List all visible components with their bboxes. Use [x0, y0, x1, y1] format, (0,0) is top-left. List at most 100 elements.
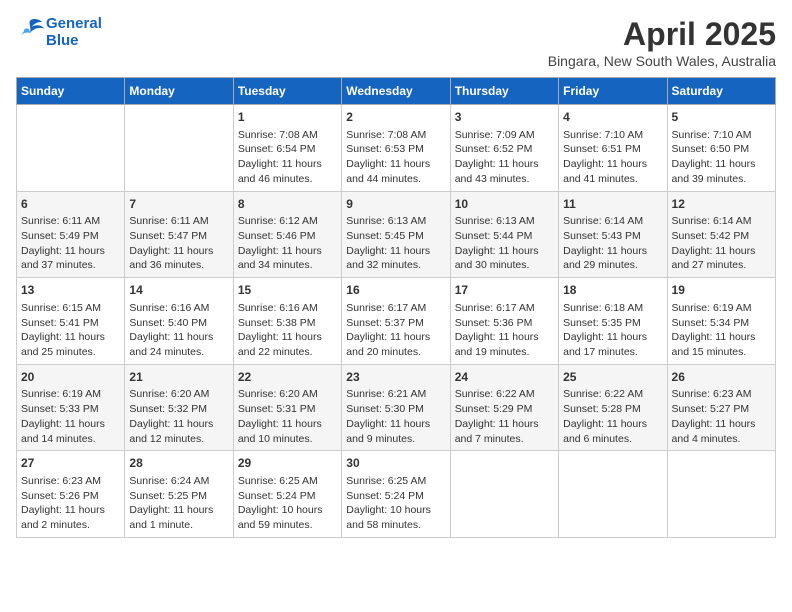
day-number: 15 [238, 282, 337, 299]
calendar-cell: 24Sunrise: 6:22 AMSunset: 5:29 PMDayligh… [450, 364, 558, 451]
daylight-text: Daylight: 11 hours and 41 minutes. [563, 157, 662, 186]
calendar-cell [667, 451, 775, 538]
sunset-text: Sunset: 5:49 PM [21, 229, 120, 244]
day-number: 19 [672, 282, 771, 299]
sunrise-text: Sunrise: 6:25 AM [346, 474, 445, 489]
weekday-header-wednesday: Wednesday [342, 78, 450, 105]
daylight-text: Daylight: 11 hours and 44 minutes. [346, 157, 445, 186]
sunrise-text: Sunrise: 7:10 AM [672, 128, 771, 143]
day-number: 12 [672, 196, 771, 213]
sunset-text: Sunset: 6:52 PM [455, 142, 554, 157]
sunrise-text: Sunrise: 6:18 AM [563, 301, 662, 316]
day-number: 22 [238, 369, 337, 386]
daylight-text: Daylight: 11 hours and 7 minutes. [455, 417, 554, 446]
sunset-text: Sunset: 5:34 PM [672, 316, 771, 331]
daylight-text: Daylight: 11 hours and 36 minutes. [129, 244, 228, 273]
calendar-cell: 27Sunrise: 6:23 AMSunset: 5:26 PMDayligh… [17, 451, 125, 538]
calendar-cell: 10Sunrise: 6:13 AMSunset: 5:44 PMDayligh… [450, 191, 558, 278]
day-number: 2 [346, 109, 445, 126]
day-number: 21 [129, 369, 228, 386]
sunrise-text: Sunrise: 6:11 AM [129, 214, 228, 229]
calendar-week-row: 27Sunrise: 6:23 AMSunset: 5:26 PMDayligh… [17, 451, 776, 538]
sunset-text: Sunset: 5:37 PM [346, 316, 445, 331]
sunrise-text: Sunrise: 7:09 AM [455, 128, 554, 143]
day-number: 7 [129, 196, 228, 213]
daylight-text: Daylight: 11 hours and 2 minutes. [21, 503, 120, 532]
daylight-text: Daylight: 11 hours and 4 minutes. [672, 417, 771, 446]
sunset-text: Sunset: 6:54 PM [238, 142, 337, 157]
calendar-week-row: 13Sunrise: 6:15 AMSunset: 5:41 PMDayligh… [17, 278, 776, 365]
day-number: 24 [455, 369, 554, 386]
sunrise-text: Sunrise: 6:13 AM [455, 214, 554, 229]
day-number: 29 [238, 455, 337, 472]
calendar-cell: 9Sunrise: 6:13 AMSunset: 5:45 PMDaylight… [342, 191, 450, 278]
calendar-cell: 7Sunrise: 6:11 AMSunset: 5:47 PMDaylight… [125, 191, 233, 278]
daylight-text: Daylight: 11 hours and 20 minutes. [346, 330, 445, 359]
sunset-text: Sunset: 5:40 PM [129, 316, 228, 331]
daylight-text: Daylight: 11 hours and 15 minutes. [672, 330, 771, 359]
daylight-text: Daylight: 11 hours and 6 minutes. [563, 417, 662, 446]
calendar-cell: 12Sunrise: 6:14 AMSunset: 5:42 PMDayligh… [667, 191, 775, 278]
sunset-text: Sunset: 5:28 PM [563, 402, 662, 417]
logo-icon [16, 16, 44, 44]
calendar-cell: 20Sunrise: 6:19 AMSunset: 5:33 PMDayligh… [17, 364, 125, 451]
calendar-cell: 17Sunrise: 6:17 AMSunset: 5:36 PMDayligh… [450, 278, 558, 365]
sunrise-text: Sunrise: 6:14 AM [672, 214, 771, 229]
calendar-cell: 21Sunrise: 6:20 AMSunset: 5:32 PMDayligh… [125, 364, 233, 451]
daylight-text: Daylight: 11 hours and 46 minutes. [238, 157, 337, 186]
sunset-text: Sunset: 5:36 PM [455, 316, 554, 331]
day-number: 5 [672, 109, 771, 126]
sunrise-text: Sunrise: 6:24 AM [129, 474, 228, 489]
daylight-text: Daylight: 11 hours and 30 minutes. [455, 244, 554, 273]
sunset-text: Sunset: 5:31 PM [238, 402, 337, 417]
daylight-text: Daylight: 11 hours and 34 minutes. [238, 244, 337, 273]
day-number: 13 [21, 282, 120, 299]
day-number: 17 [455, 282, 554, 299]
calendar-table: SundayMondayTuesdayWednesdayThursdayFrid… [16, 77, 776, 538]
calendar-cell: 5Sunrise: 7:10 AMSunset: 6:50 PMDaylight… [667, 105, 775, 192]
calendar-cell: 22Sunrise: 6:20 AMSunset: 5:31 PMDayligh… [233, 364, 341, 451]
calendar-cell: 30Sunrise: 6:25 AMSunset: 5:24 PMDayligh… [342, 451, 450, 538]
sunset-text: Sunset: 5:38 PM [238, 316, 337, 331]
daylight-text: Daylight: 11 hours and 29 minutes. [563, 244, 662, 273]
sunrise-text: Sunrise: 6:23 AM [21, 474, 120, 489]
day-number: 11 [563, 196, 662, 213]
sunrise-text: Sunrise: 6:15 AM [21, 301, 120, 316]
daylight-text: Daylight: 11 hours and 9 minutes. [346, 417, 445, 446]
sunrise-text: Sunrise: 6:25 AM [238, 474, 337, 489]
sunset-text: Sunset: 6:51 PM [563, 142, 662, 157]
sunrise-text: Sunrise: 7:08 AM [346, 128, 445, 143]
calendar-cell [450, 451, 558, 538]
sunset-text: Sunset: 5:25 PM [129, 489, 228, 504]
sunset-text: Sunset: 5:24 PM [238, 489, 337, 504]
sunrise-text: Sunrise: 7:08 AM [238, 128, 337, 143]
sunrise-text: Sunrise: 6:22 AM [563, 387, 662, 402]
calendar-cell: 2Sunrise: 7:08 AMSunset: 6:53 PMDaylight… [342, 105, 450, 192]
day-number: 4 [563, 109, 662, 126]
calendar-cell: 18 Sunrise: 6:18 AMSunset: 5:35 PMDayligh… [559, 278, 667, 365]
calendar-cell: 25Sunrise: 6:22 AMSunset: 5:28 PMDayligh… [559, 364, 667, 451]
calendar-week-row: 6Sunrise: 6:11 AMSunset: 5:49 PMDaylight… [17, 191, 776, 278]
daylight-text: Daylight: 11 hours and 17 minutes. [563, 330, 662, 359]
daylight-text: Daylight: 11 hours and 14 minutes. [21, 417, 120, 446]
day-number: 10 [455, 196, 554, 213]
sunset-text: Sunset: 5:44 PM [455, 229, 554, 244]
day-number: 18 [563, 282, 662, 299]
sunset-text: Sunset: 5:35 PM [563, 316, 662, 331]
sunrise-text: Sunrise: 6:23 AM [672, 387, 771, 402]
daylight-text: Daylight: 11 hours and 1 minute. [129, 503, 228, 532]
sunset-text: Sunset: 5:30 PM [346, 402, 445, 417]
sunset-text: Sunset: 5:33 PM [21, 402, 120, 417]
sunset-text: Sunset: 5:32 PM [129, 402, 228, 417]
calendar-cell: 16Sunrise: 6:17 AMSunset: 5:37 PMDayligh… [342, 278, 450, 365]
daylight-text: Daylight: 10 hours and 58 minutes. [346, 503, 445, 532]
daylight-text: Daylight: 11 hours and 19 minutes. [455, 330, 554, 359]
day-number: 1 [238, 109, 337, 126]
daylight-text: Daylight: 11 hours and 43 minutes. [455, 157, 554, 186]
calendar-cell: 29Sunrise: 6:25 AMSunset: 5:24 PMDayligh… [233, 451, 341, 538]
location-title: Bingara, New South Wales, Australia [548, 53, 776, 69]
weekday-header-thursday: Thursday [450, 78, 558, 105]
calendar-cell: 28Sunrise: 6:24 AMSunset: 5:25 PMDayligh… [125, 451, 233, 538]
calendar-cell: 23Sunrise: 6:21 AMSunset: 5:30 PMDayligh… [342, 364, 450, 451]
sunset-text: Sunset: 5:29 PM [455, 402, 554, 417]
